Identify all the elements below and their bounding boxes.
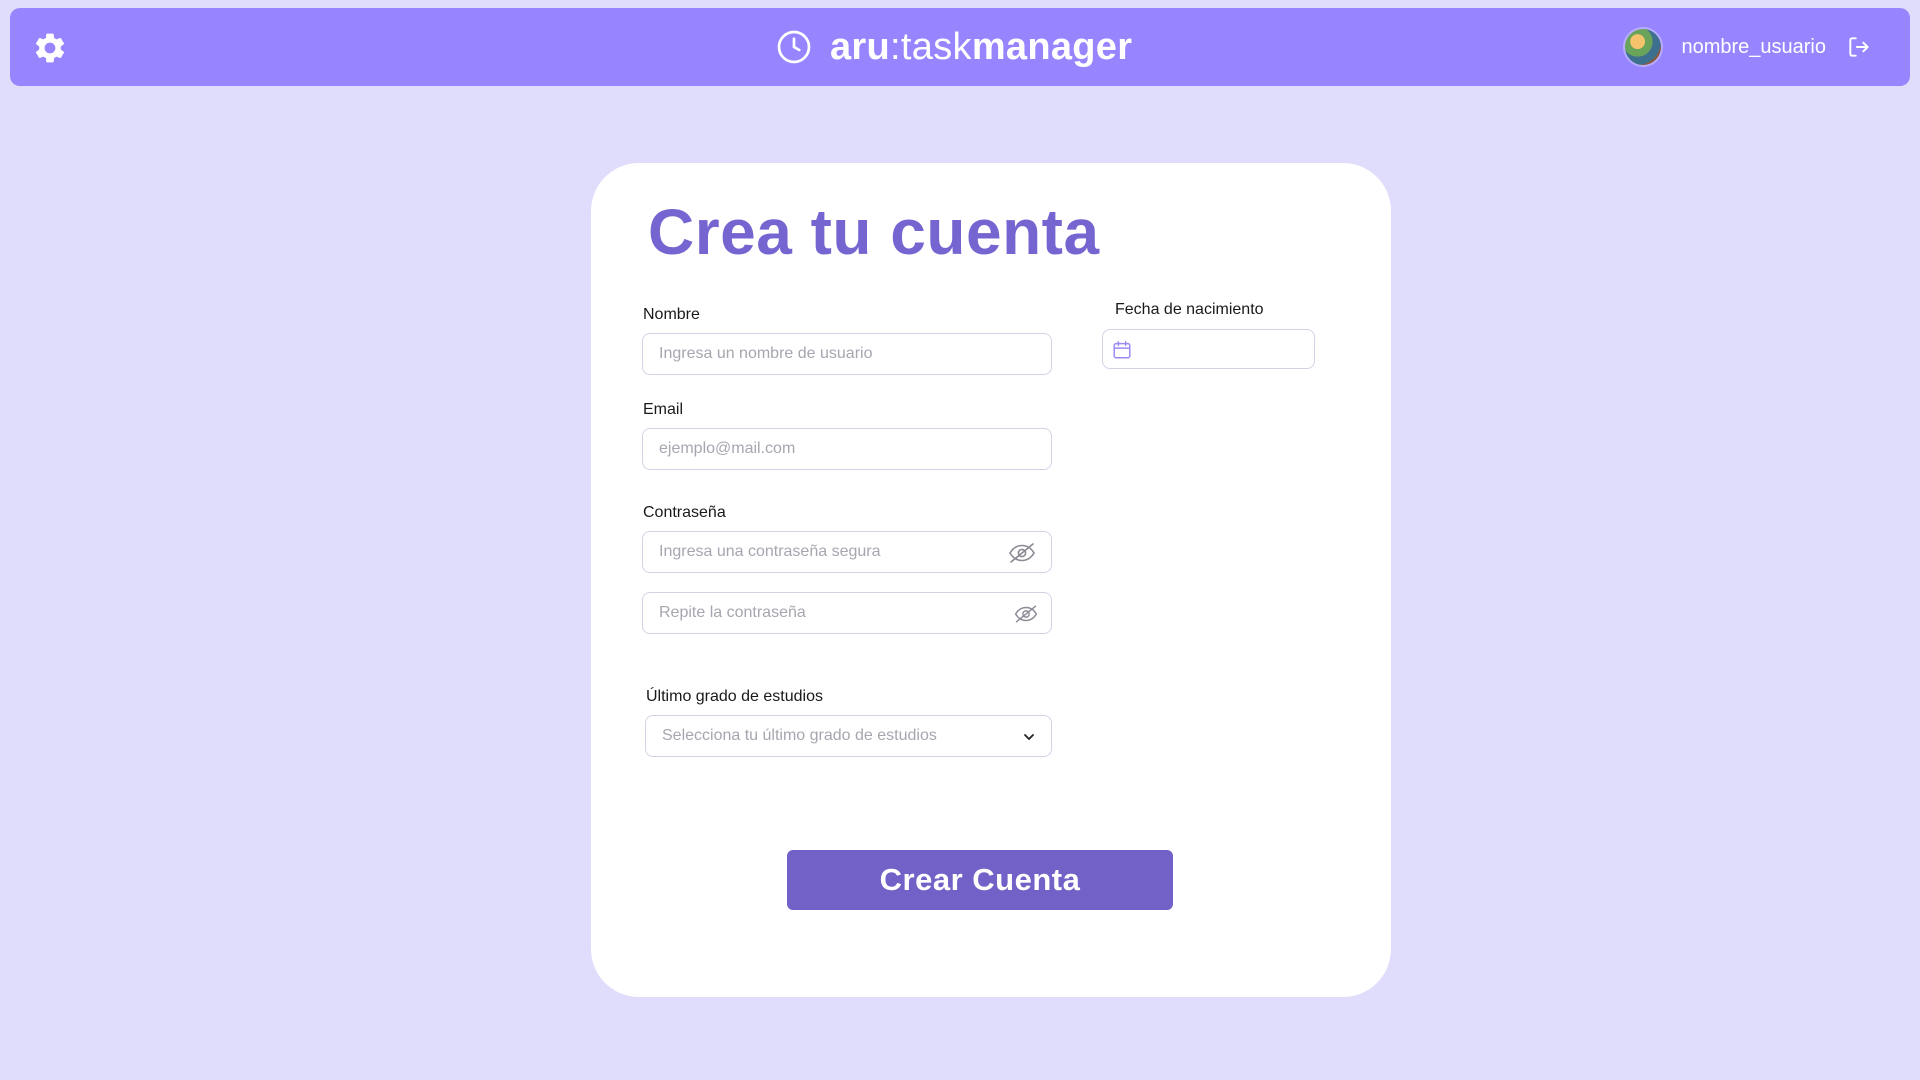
username-label[interactable]: nombre_usuario xyxy=(1681,36,1826,59)
page-title: Crea tu cuenta xyxy=(648,196,1100,268)
create-account-button[interactable]: Crear Cuenta xyxy=(787,850,1173,910)
brand-part-task: task xyxy=(900,25,972,68)
email-input[interactable] xyxy=(643,429,1051,469)
user-menu: nombre_usuario xyxy=(1623,24,1874,70)
eye-off-icon[interactable] xyxy=(1013,602,1039,626)
confirm-password-input[interactable] xyxy=(643,593,1051,633)
eye-off-icon[interactable] xyxy=(1007,541,1037,565)
name-label: Nombre xyxy=(643,306,700,323)
name-input[interactable] xyxy=(643,334,1051,374)
chevron-down-icon xyxy=(1024,734,1034,740)
email-field-wrapper xyxy=(642,428,1052,470)
logout-icon xyxy=(1849,37,1869,57)
brand-separator: : xyxy=(890,25,901,68)
birthdate-field[interactable] xyxy=(1102,329,1315,369)
app-title: aru:taskmanager xyxy=(830,26,1132,69)
password-field-wrapper xyxy=(642,531,1052,573)
signup-card: Crea tu cuenta Nombre Email Contraseña Ú… xyxy=(591,163,1391,997)
education-select[interactable]: Selecciona tu último grado de estudios xyxy=(645,715,1052,757)
avatar[interactable] xyxy=(1623,27,1664,67)
name-field-wrapper xyxy=(642,333,1052,375)
app-brand[interactable]: aru:taskmanager xyxy=(776,22,1132,72)
gear-icon xyxy=(35,33,65,63)
birthdate-label: Fecha de nacimiento xyxy=(1115,301,1264,318)
calendar-icon[interactable] xyxy=(1111,339,1133,361)
brand-part-manager: manager xyxy=(971,25,1133,68)
clock-icon xyxy=(777,30,811,64)
education-label: Último grado de estudios xyxy=(646,688,823,705)
password-label: Contraseña xyxy=(643,504,726,521)
password-input[interactable] xyxy=(643,532,1051,572)
brand-part-aru: aru xyxy=(830,25,891,68)
education-select-placeholder: Selecciona tu último grado de estudios xyxy=(662,727,937,744)
email-label: Email xyxy=(643,401,684,418)
settings-button[interactable] xyxy=(30,28,70,68)
top-navigation-bar: aru:taskmanager nombre_usuario xyxy=(10,8,1910,86)
confirm-password-field-wrapper xyxy=(642,592,1052,634)
logout-button[interactable] xyxy=(1844,32,1874,62)
